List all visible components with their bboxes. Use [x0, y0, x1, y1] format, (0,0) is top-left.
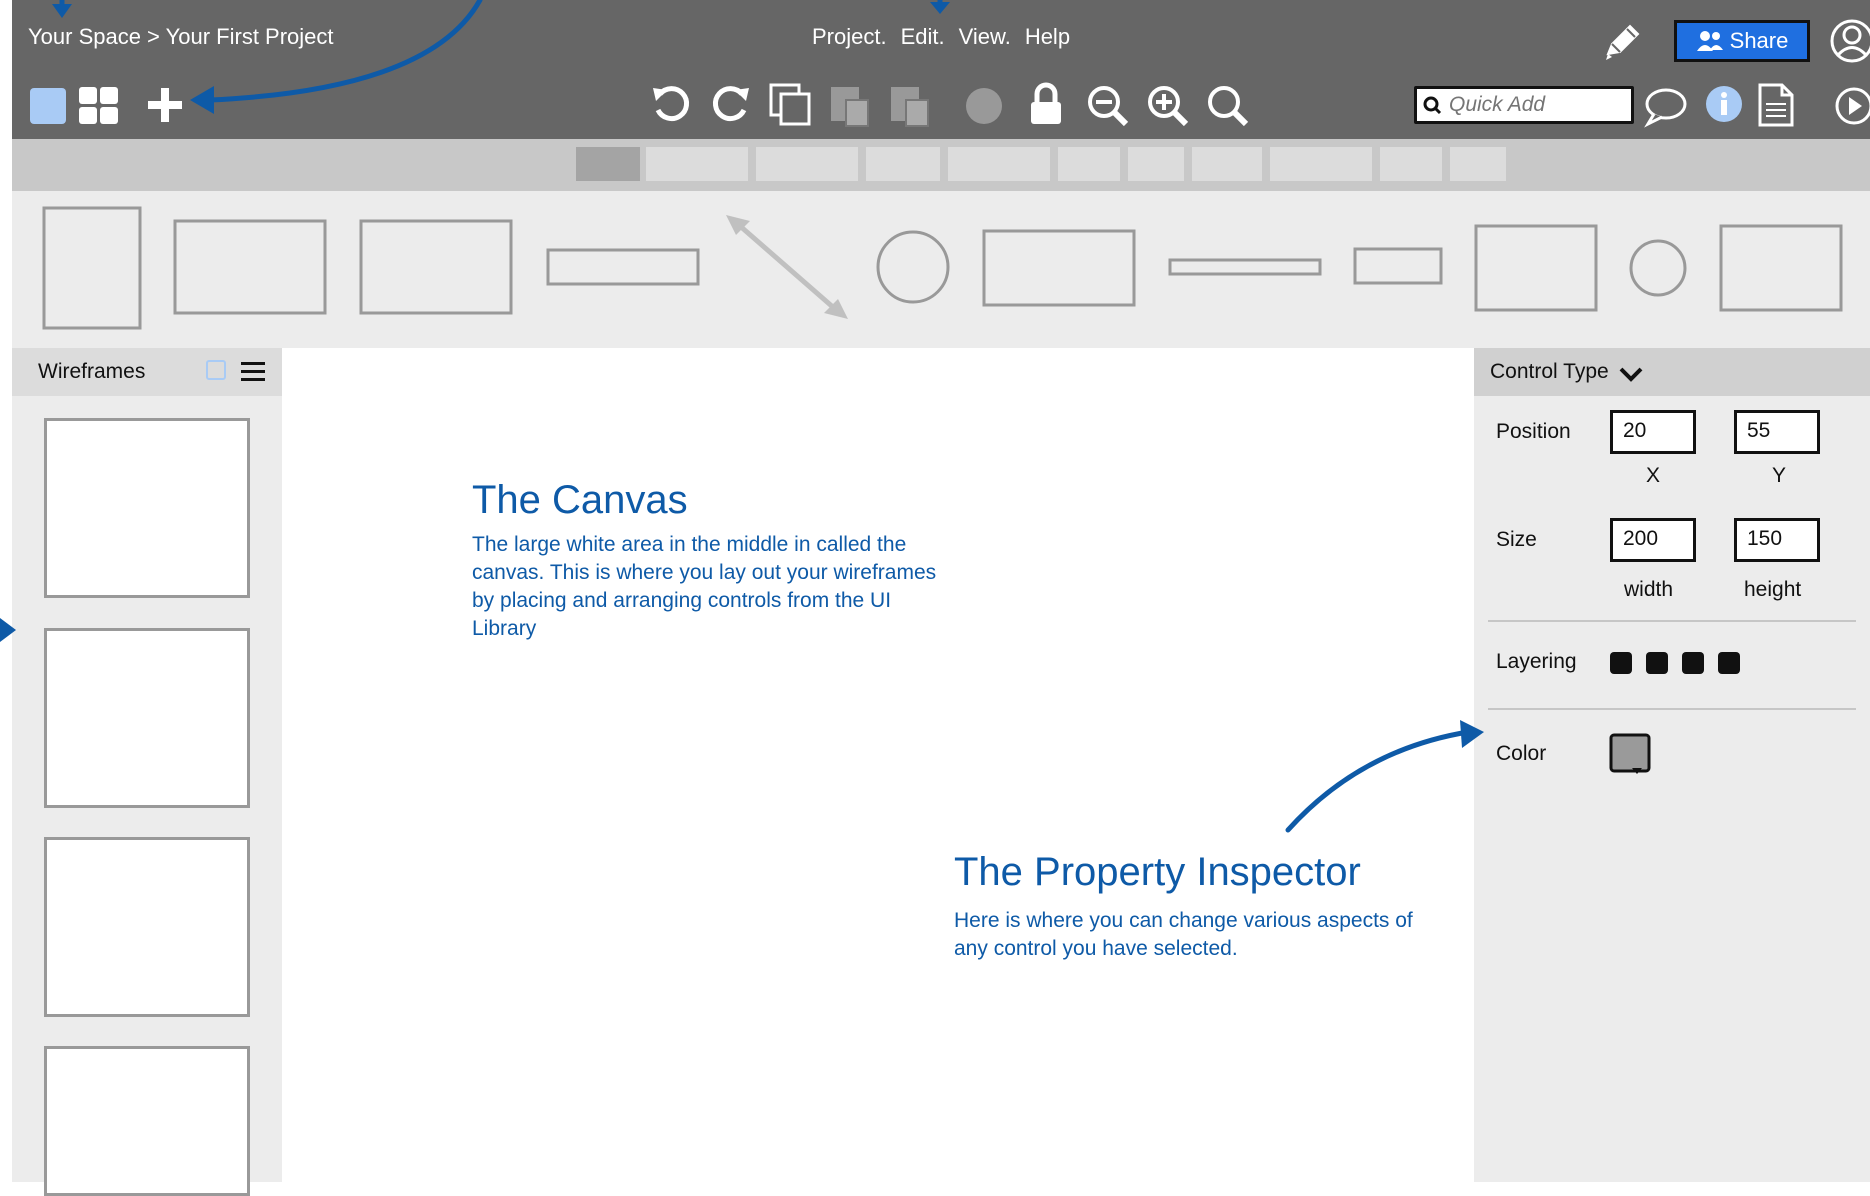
add-arrow — [207, 0, 483, 103]
annotation-arrows — [0, 0, 1484, 833]
inspector-arrow — [1285, 729, 1471, 833]
